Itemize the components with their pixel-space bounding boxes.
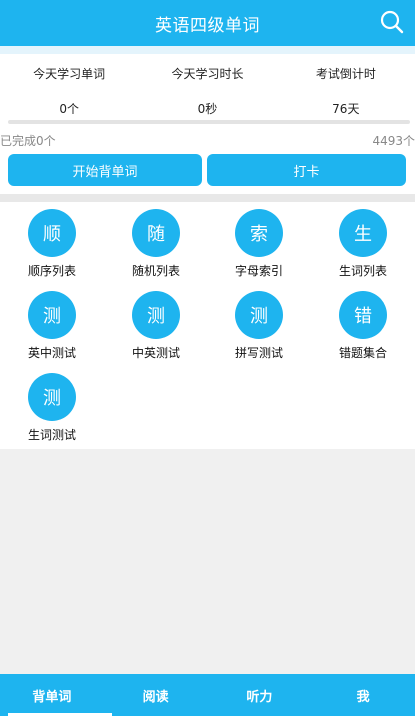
menu-item-label: 字母索引 [234, 264, 283, 278]
sequential-icon: 顺 [28, 209, 76, 257]
menu-item-label: 生词列表 [338, 264, 387, 278]
mistake-icon: 错 [339, 291, 387, 339]
stat-value: 0秒 [197, 102, 218, 116]
menu-item-label: 错题集合 [338, 346, 387, 360]
menu-item-new-word-test[interactable]: 测 生词测试 [0, 366, 104, 448]
start-memorize-button[interactable]: 开始背单词 [8, 154, 202, 186]
header-divider [0, 46, 415, 54]
stat-today-words: 今天学习单词 0个 [0, 54, 138, 129]
menu-item-random-list[interactable]: 随 随机列表 [104, 202, 208, 284]
stats-panel: 今天学习单词 0个 今天学习时长 0秒 考试倒计时 76天 [0, 54, 415, 129]
index-icon: 索 [235, 209, 283, 257]
new-word-icon: 生 [339, 209, 387, 257]
menu-item-spelling-test[interactable]: 测 拼写测试 [207, 284, 311, 366]
test-icon: 测 [132, 291, 180, 339]
progress-row: 已完成0个 4493个 [0, 129, 415, 149]
total-count: 4493个 [372, 134, 415, 148]
completed-count: 已完成0个 [0, 134, 56, 148]
section-divider [0, 194, 415, 202]
stat-value: 0个 [59, 102, 79, 116]
menu-item-new-word-list[interactable]: 生 生词列表 [311, 202, 415, 284]
test-icon: 测 [28, 291, 76, 339]
tab-label: 背单词 [32, 689, 72, 705]
tab-reading[interactable]: 阅读 [104, 674, 208, 716]
app-header: 英语四级单词 [0, 0, 415, 46]
progress-bar [8, 120, 410, 124]
test-icon: 测 [235, 291, 283, 339]
feature-grid: 顺 顺序列表 随 随机列表 索 字母索引 生 生词列表 测 英中测试 测 中英测… [0, 202, 415, 449]
tab-label: 我 [356, 689, 370, 705]
menu-item-label: 生词测试 [27, 428, 76, 442]
tab-label: 阅读 [142, 689, 169, 705]
tab-label: 听力 [246, 689, 273, 705]
menu-item-label: 拼写测试 [234, 346, 283, 360]
menu-item-label: 顺序列表 [27, 264, 76, 278]
menu-item-letter-index[interactable]: 索 字母索引 [207, 202, 311, 284]
stat-value: 76天 [332, 102, 360, 116]
menu-item-mistake-collection[interactable]: 错 错题集合 [311, 284, 415, 366]
stat-exam-countdown: 考试倒计时 76天 [277, 54, 415, 129]
menu-item-label: 中英测试 [131, 346, 180, 360]
stat-label: 考试倒计时 [315, 67, 376, 81]
check-in-button[interactable]: 打卡 [207, 154, 406, 186]
menu-item-sequential-list[interactable]: 顺 顺序列表 [0, 202, 104, 284]
stat-label: 今天学习时长 [171, 67, 244, 81]
menu-item-cn-en-test[interactable]: 测 中英测试 [104, 284, 208, 366]
menu-item-label: 随机列表 [131, 264, 180, 278]
tab-me[interactable]: 我 [311, 674, 415, 716]
bottom-tab-bar: 背单词 阅读 听力 我 [0, 674, 415, 716]
page-title: 英语四级单词 [155, 15, 260, 36]
tab-listening[interactable]: 听力 [208, 674, 312, 716]
test-icon: 测 [28, 373, 76, 421]
search-icon[interactable] [379, 9, 405, 35]
tab-memorize[interactable]: 背单词 [0, 674, 112, 716]
stat-today-time: 今天学习时长 0秒 [138, 54, 276, 129]
menu-item-label: 英中测试 [27, 346, 76, 360]
action-bar: 开始背单词 打卡 [0, 149, 415, 194]
menu-item-en-cn-test[interactable]: 测 英中测试 [0, 284, 104, 366]
random-icon: 随 [132, 209, 180, 257]
stat-label: 今天学习单词 [33, 67, 106, 81]
